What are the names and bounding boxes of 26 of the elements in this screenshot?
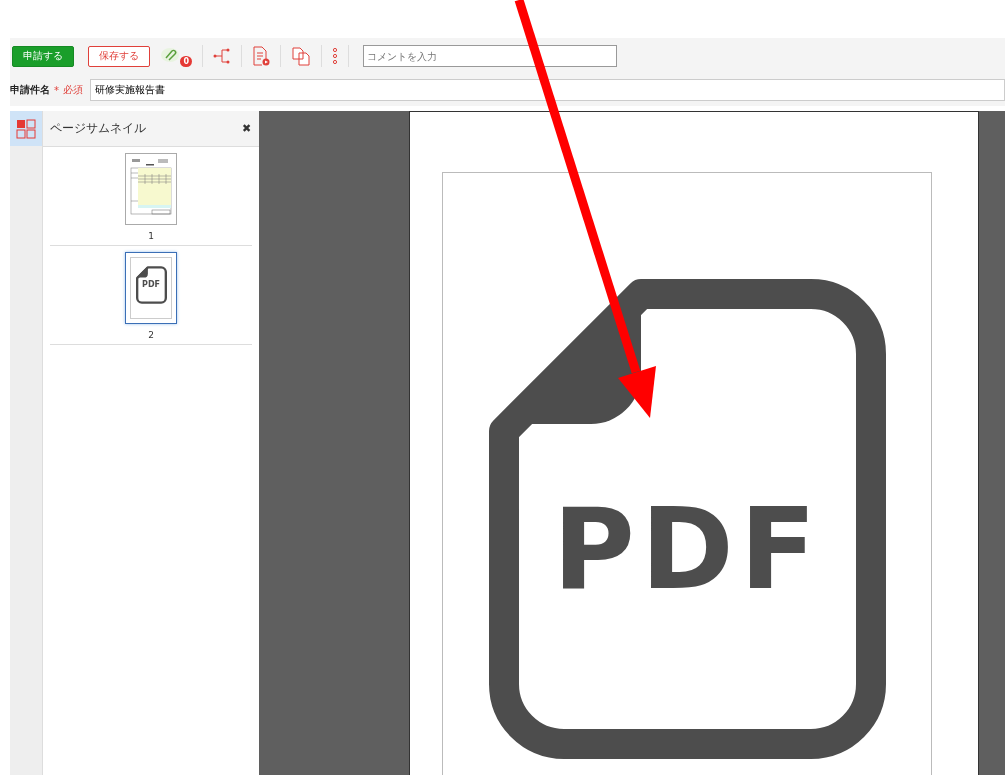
required-mark: * — [54, 84, 59, 96]
thumbnail-view-button[interactable] — [10, 111, 42, 146]
copy-pages-icon[interactable] — [291, 46, 311, 66]
close-button[interactable]: ✖ — [242, 122, 251, 135]
flow-icon[interactable] — [213, 47, 231, 65]
more-icon[interactable] — [332, 47, 338, 65]
submit-button[interactable]: 申請する — [12, 45, 74, 67]
pdf-label: PDF — [551, 484, 824, 614]
pdf-file-icon — [136, 266, 167, 304]
subject-label: 申請件名 — [10, 83, 50, 97]
required-text: 必須 — [63, 83, 83, 97]
paperclip-icon — [160, 47, 182, 63]
grid-icon — [16, 118, 36, 139]
attachment-count: 0 — [180, 56, 192, 67]
page-number: 2 — [148, 330, 154, 340]
attachment-button[interactable]: 0 — [160, 45, 192, 67]
page-number: 1 — [148, 231, 154, 241]
save-button[interactable]: 保存する — [88, 45, 150, 67]
subject-field[interactable]: 研修実施報告書 — [90, 79, 1005, 101]
page-thumbnail[interactable] — [125, 153, 177, 225]
page-thumbnail[interactable]: PDF — [125, 252, 177, 324]
pdf-file-icon — [489, 279, 886, 759]
panel-title: ページサムネイル — [50, 120, 146, 137]
comment-field[interactable]: コメントを入力 — [363, 45, 617, 67]
pdf-label: PDF — [141, 280, 161, 289]
document-play-icon[interactable] — [252, 46, 270, 66]
